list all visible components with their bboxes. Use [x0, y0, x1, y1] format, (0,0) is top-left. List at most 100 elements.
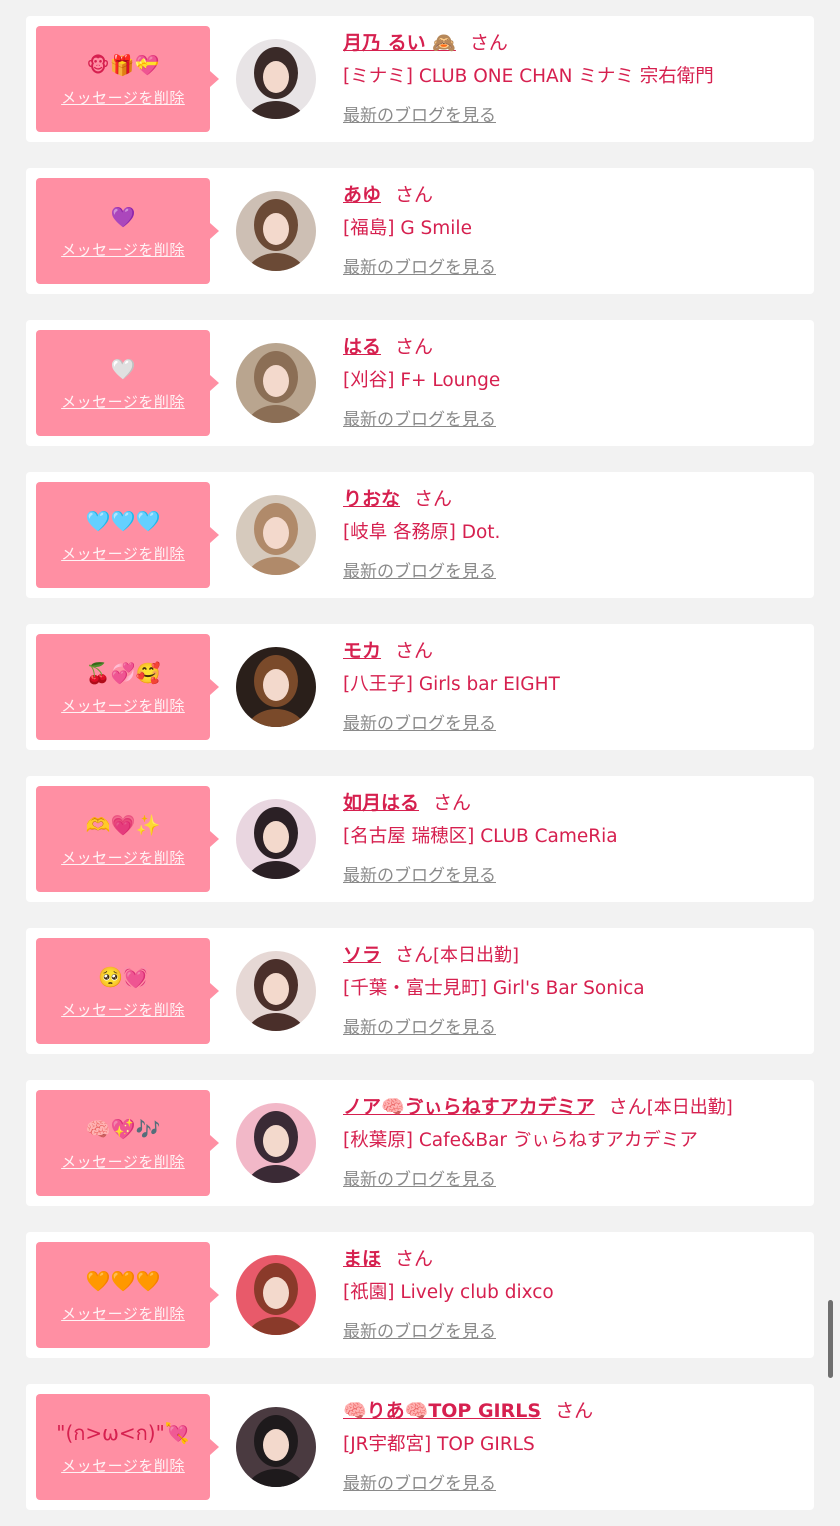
avatar-image — [236, 39, 316, 119]
message-text: 🧠💖🎶 — [85, 1117, 161, 1141]
message-card: 💜 メッセージを削除 あゆ さん [福島] G Smile 最新のブログを見る — [26, 168, 814, 294]
delete-message-link[interactable]: メッセージを削除 — [36, 391, 210, 412]
message-card: 🤍 メッセージを削除 はる さん [刈谷] F+ Lounge 最新のブログを見る — [26, 320, 814, 446]
honorific: さん — [608, 1096, 647, 1118]
message-bubble: 🩵🩵🩵 メッセージを削除 — [36, 482, 219, 588]
latest-blog-link[interactable]: 最新のブログを見る — [343, 253, 496, 278]
avatar-image — [236, 1407, 316, 1487]
latest-blog-link[interactable]: 最新のブログを見る — [343, 709, 496, 734]
cast-name-link[interactable]: はる — [343, 336, 381, 358]
message-text: 🩵🩵🩵 — [85, 509, 161, 533]
latest-blog-link[interactable]: 最新のブログを見る — [343, 1469, 496, 1494]
avatar[interactable] — [236, 1255, 316, 1335]
profile-info: 🧠りあ🧠TOP GIRLS さん [JR宇都宮] TOP GIRLS 最新のブログ… — [343, 1396, 808, 1494]
cast-name-link[interactable]: 月乃 るい 🙈 — [343, 32, 456, 54]
message-card: 🍒💞🥰 メッセージを削除 モカ さん [八王子] Girls bar EIGHT … — [26, 624, 814, 750]
delete-message-link[interactable]: メッセージを削除 — [36, 1151, 210, 1172]
latest-blog-link[interactable]: 最新のブログを見る — [343, 1317, 496, 1342]
latest-blog-link[interactable]: 最新のブログを見る — [343, 861, 496, 886]
shop-name: [八王子] Girls bar EIGHT — [343, 674, 560, 695]
profile-info: はる さん [刈谷] F+ Lounge 最新のブログを見る — [343, 332, 808, 430]
avatar-image — [236, 951, 316, 1031]
delete-message-link[interactable]: メッセージを削除 — [36, 239, 210, 260]
avatar[interactable] — [236, 1407, 316, 1487]
message-card: 🧡🧡🧡 メッセージを削除 まほ さん [祇園] Lively club dixco… — [26, 1232, 814, 1358]
cast-name-link[interactable]: ソラ — [343, 944, 381, 966]
message-bubble: 🧠💖🎶 メッセージを削除 — [36, 1090, 219, 1196]
cast-name-link[interactable]: モカ — [343, 640, 381, 662]
avatar[interactable] — [236, 951, 316, 1031]
honorific: さん — [433, 792, 472, 814]
profile-info: ソラ さん[本日出勤] [千葉・富士見町] Girl's Bar Sonica 最… — [343, 940, 808, 1038]
profile-info: ノア🧠ゔぃらねすアカデミア さん[本日出勤] [秋葉原] Cafe&Bar ゔぃら… — [343, 1092, 808, 1190]
message-card: 🥺💓 メッセージを削除 ソラ さん[本日出勤] [千葉・富士見町] Girl's … — [26, 928, 814, 1054]
message-card: 🧠💖🎶 メッセージを削除 ノア🧠ゔぃらねすアカデミア さん[本日出勤] [秋葉原]… — [26, 1080, 814, 1206]
message-card: 🩵🩵🩵 メッセージを削除 りおな さん [岐阜 各務原] Dot. 最新のブログを… — [26, 472, 814, 598]
avatar[interactable] — [236, 1103, 316, 1183]
avatar[interactable] — [236, 39, 316, 119]
cast-name-link[interactable]: まほ — [343, 1248, 381, 1270]
avatar[interactable] — [236, 495, 316, 575]
honorific: さん — [395, 184, 434, 206]
honorific: さん — [395, 944, 434, 966]
message-text: 🤍 — [110, 357, 136, 381]
latest-blog-link[interactable]: 最新のブログを見る — [343, 1013, 496, 1038]
message-card: 🐵🎁💝 メッセージを削除 月乃 るい 🙈 さん [ミナミ] CLUB ONE CH… — [26, 16, 814, 142]
message-bubble: "(ก>ω<ก)"💘 メッセージを削除 — [36, 1394, 219, 1500]
shop-name: [名古屋 瑞穂区] CLUB CameRia — [343, 826, 618, 847]
latest-blog-link[interactable]: 最新のブログを見る — [343, 557, 496, 582]
message-bubble: 🐵🎁💝 メッセージを削除 — [36, 26, 219, 132]
cast-name-link[interactable]: ノア🧠ゔぃらねすアカデミア — [343, 1096, 595, 1118]
cast-name-link[interactable]: 如月はる — [343, 792, 419, 814]
message-bubble: 💜 メッセージを削除 — [36, 178, 219, 284]
message-text: 🫶💗✨ — [85, 813, 161, 837]
honorific: さん — [395, 336, 434, 358]
delete-message-link[interactable]: メッセージを削除 — [36, 1455, 210, 1476]
message-text: 🧡🧡🧡 — [85, 1269, 161, 1293]
cast-name-link[interactable]: りおな — [343, 488, 400, 510]
avatar[interactable] — [236, 191, 316, 271]
honorific: さん — [555, 1400, 594, 1422]
shop-name: [千葉・富士見町] Girl's Bar Sonica — [343, 978, 645, 999]
honorific: さん — [469, 32, 508, 54]
avatar-image — [236, 1103, 316, 1183]
scrollbar[interactable] — [828, 1300, 833, 1378]
shop-name: [JR宇都宮] TOP GIRLS — [343, 1434, 535, 1455]
honorific: さん — [395, 1248, 434, 1270]
profile-info: 如月はる さん [名古屋 瑞穂区] CLUB CameRia 最新のブログを見る — [343, 788, 808, 886]
message-bubble: 🥺💓 メッセージを削除 — [36, 938, 219, 1044]
delete-message-link[interactable]: メッセージを削除 — [36, 543, 210, 564]
working-today-tag: [本日出勤] — [433, 945, 520, 966]
delete-message-link[interactable]: メッセージを削除 — [36, 999, 210, 1020]
message-bubble: 🧡🧡🧡 メッセージを削除 — [36, 1242, 219, 1348]
avatar[interactable] — [236, 647, 316, 727]
avatar[interactable] — [236, 343, 316, 423]
delete-message-link[interactable]: メッセージを削除 — [36, 847, 210, 868]
working-today-tag: [本日出勤] — [646, 1097, 733, 1118]
shop-name: [ミナミ] CLUB ONE CHAN ミナミ 宗右衛門 — [343, 66, 714, 87]
delete-message-link[interactable]: メッセージを削除 — [36, 695, 210, 716]
delete-message-link[interactable]: メッセージを削除 — [36, 1303, 210, 1324]
profile-info: モカ さん [八王子] Girls bar EIGHT 最新のブログを見る — [343, 636, 808, 734]
avatar[interactable] — [236, 799, 316, 879]
latest-blog-link[interactable]: 最新のブログを見る — [343, 405, 496, 430]
shop-name: [秋葉原] Cafe&Bar ゔぃらねすアカデミア — [343, 1130, 698, 1151]
latest-blog-link[interactable]: 最新のブログを見る — [343, 101, 496, 126]
message-text: 🥺💓 — [98, 965, 148, 989]
cast-name-link[interactable]: 🧠りあ🧠TOP GIRLS — [343, 1400, 541, 1422]
profile-info: まほ さん [祇園] Lively club dixco 最新のブログを見る — [343, 1244, 808, 1342]
profile-info: 月乃 るい 🙈 さん [ミナミ] CLUB ONE CHAN ミナミ 宗右衛門 最… — [343, 28, 808, 126]
avatar-image — [236, 799, 316, 879]
message-text: 🍒💞🥰 — [85, 661, 161, 685]
avatar-image — [236, 647, 316, 727]
message-bubble: 🍒💞🥰 メッセージを削除 — [36, 634, 219, 740]
message-card: "(ก>ω<ก)"💘 メッセージを削除 🧠りあ🧠TOP GIRLS さん [JR宇… — [26, 1384, 814, 1510]
cast-name-link[interactable]: あゆ — [343, 184, 381, 206]
honorific: さん — [395, 640, 434, 662]
honorific: さん — [414, 488, 453, 510]
delete-message-link[interactable]: メッセージを削除 — [36, 87, 210, 108]
avatar-image — [236, 495, 316, 575]
latest-blog-link[interactable]: 最新のブログを見る — [343, 1165, 496, 1190]
profile-info: あゆ さん [福島] G Smile 最新のブログを見る — [343, 180, 808, 278]
profile-info: りおな さん [岐阜 各務原] Dot. 最新のブログを見る — [343, 484, 808, 582]
